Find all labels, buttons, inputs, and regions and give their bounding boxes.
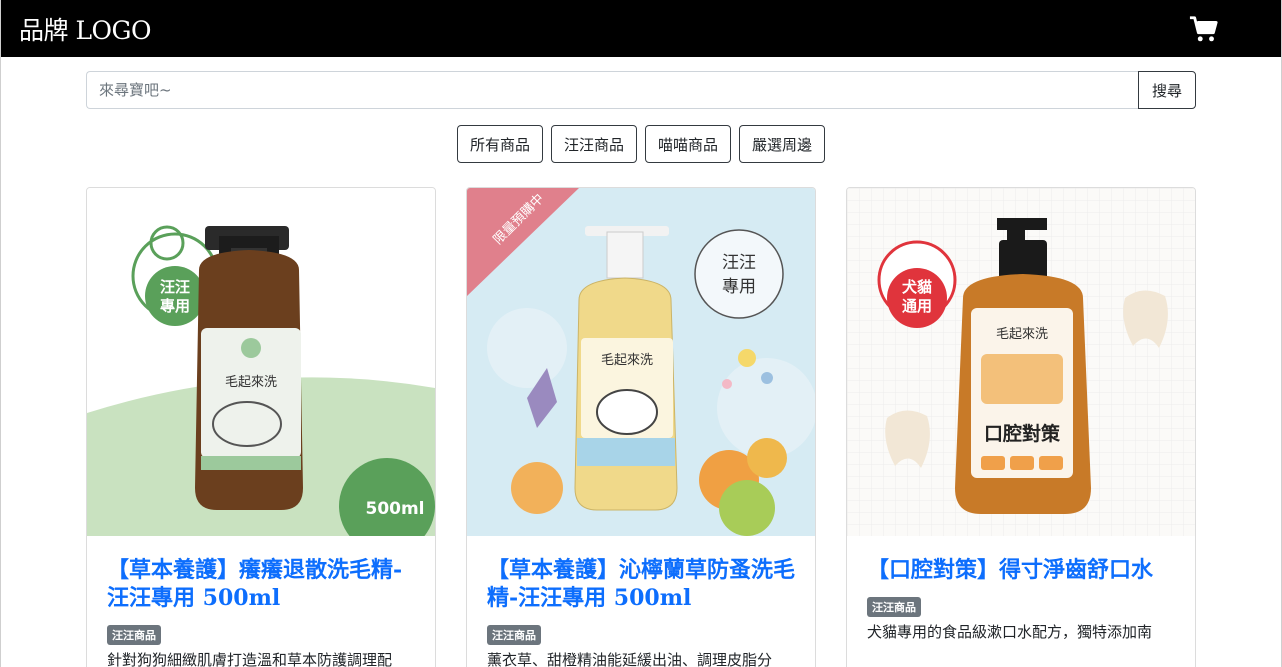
svg-text:毛起來洗: 毛起來洗: [601, 353, 653, 368]
search-input[interactable]: [86, 71, 1138, 109]
svg-text:口腔對策: 口腔對策: [984, 422, 1061, 445]
search-button[interactable]: 搜尋: [1138, 71, 1196, 109]
category-badge: 汪汪商品: [867, 597, 921, 617]
image-size-label: 500ml: [365, 499, 424, 519]
category-button-cat[interactable]: 喵喵商品: [645, 125, 732, 163]
shopping-cart-icon[interactable]: [1189, 14, 1219, 44]
category-badge: 汪汪商品: [487, 625, 541, 645]
product-card[interactable]: 犬貓 通用 毛起來洗 口腔對策 【口腔對策】得寸淨齒舒口水 汪汪商品 犬貓專用的…: [846, 187, 1196, 667]
svg-text:犬貓: 犬貓: [902, 278, 932, 296]
product-description: 針對狗狗細緻肌膚打造溫和草本防護調理配: [107, 651, 393, 667]
category-badge: 汪汪商品: [107, 625, 161, 645]
search-bar: 搜尋: [86, 71, 1196, 109]
category-button-accessories[interactable]: 嚴選周邊: [739, 125, 826, 163]
category-filter: 所有商品 汪汪商品 喵喵商品 嚴選周邊: [1, 125, 1281, 163]
product-title[interactable]: 【口腔對策】得寸淨齒舒口水: [867, 556, 1175, 584]
product-grid: 500ml 汪汪 專用 毛起來洗 【草本養護】癢癢退散洗毛精-汪汪專用 500m…: [86, 187, 1197, 667]
svg-text:專用: 專用: [722, 277, 756, 297]
category-button-dog[interactable]: 汪汪商品: [550, 125, 637, 163]
svg-text:毛起來洗: 毛起來洗: [996, 327, 1048, 342]
svg-text:通用: 通用: [902, 297, 932, 315]
product-title[interactable]: 【草本養護】沁檸蘭草防蚤洗毛精-汪汪專用 500ml: [487, 556, 795, 612]
svg-text:毛起來洗: 毛起來洗: [225, 375, 277, 390]
category-button-all[interactable]: 所有商品: [456, 125, 543, 163]
product-image[interactable]: 限量預購中 汪汪 專用 毛起來洗: [467, 188, 815, 536]
svg-text:汪汪: 汪汪: [160, 278, 190, 296]
svg-text:汪汪: 汪汪: [722, 253, 756, 273]
brand-logo[interactable]: 品牌 LOGO: [19, 11, 152, 47]
product-description: 犬貓專用的食品級漱口水配方，獨特添加南: [867, 623, 1153, 641]
product-card[interactable]: 限量預購中 汪汪 專用 毛起來洗 【草本養護】沁檸蘭草防蚤洗毛精-汪汪專用 50…: [466, 187, 816, 667]
top-navbar: 品牌 LOGO: [1, 0, 1281, 57]
product-title[interactable]: 【草本養護】癢癢退散洗毛精-汪汪專用 500ml: [107, 556, 415, 612]
product-description: 薰衣草、甜橙精油能延緩出油、調理皮脂分: [487, 651, 773, 667]
product-image[interactable]: 500ml 汪汪 專用 毛起來洗: [87, 188, 435, 536]
svg-text:專用: 專用: [160, 297, 190, 315]
product-card[interactable]: 500ml 汪汪 專用 毛起來洗 【草本養護】癢癢退散洗毛精-汪汪專用 500m…: [86, 187, 436, 667]
product-image[interactable]: 犬貓 通用 毛起來洗 口腔對策: [847, 188, 1195, 536]
